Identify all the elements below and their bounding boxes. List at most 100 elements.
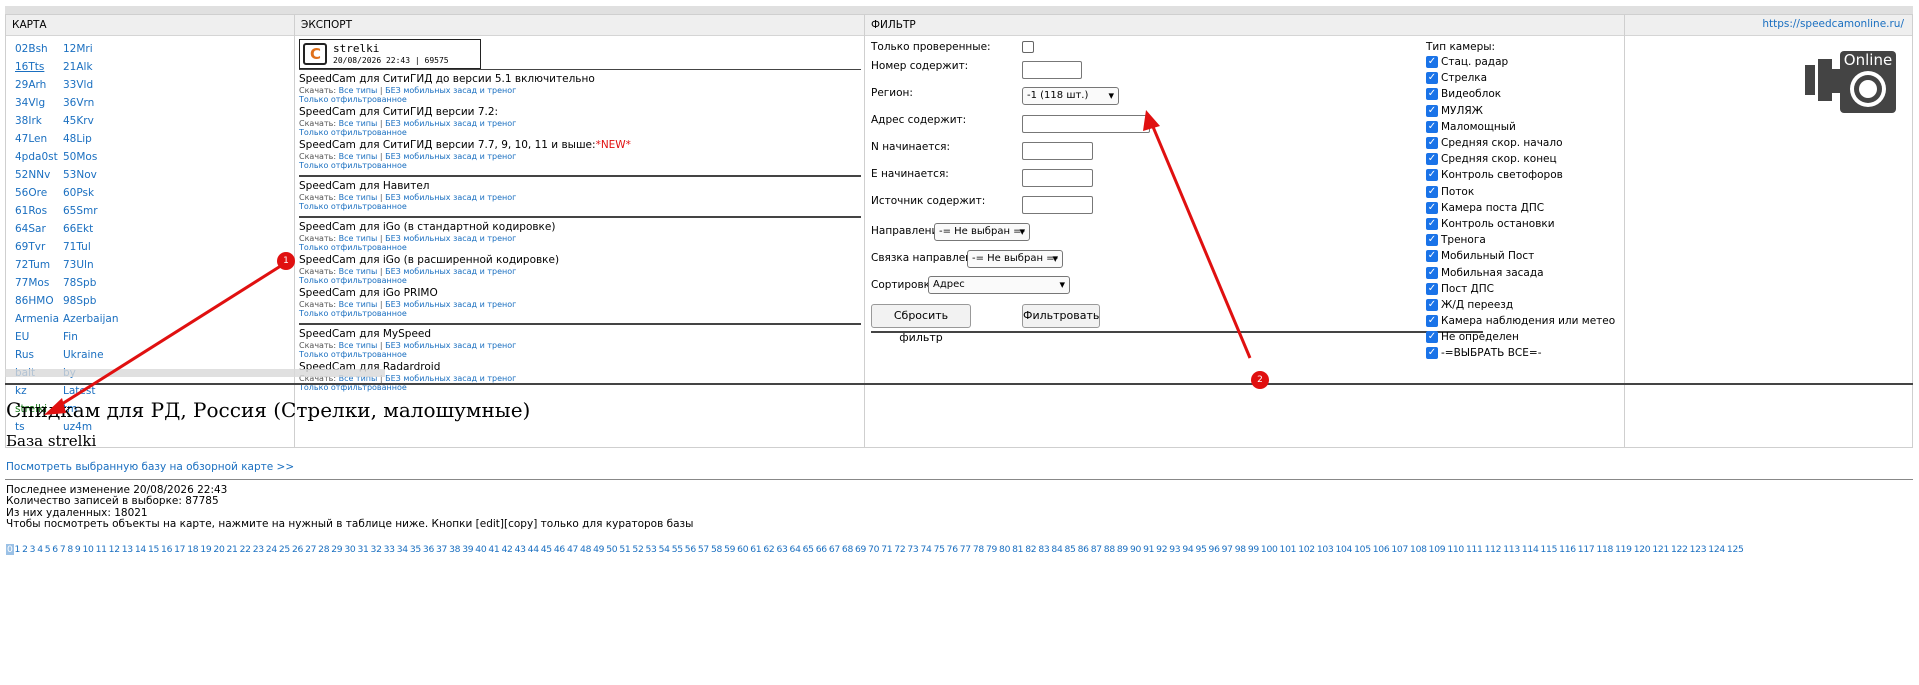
page-link[interactable]: 64 xyxy=(789,544,802,555)
page-link[interactable]: 48 xyxy=(579,544,592,555)
region-link[interactable]: 21Alk xyxy=(63,58,123,76)
checkbox-checked-icon[interactable]: ✓ xyxy=(1426,88,1438,101)
checkbox-checked-icon[interactable]: ✓ xyxy=(1426,104,1438,117)
page-link[interactable]: 117 xyxy=(1577,544,1596,555)
page-link[interactable]: 13 xyxy=(121,544,134,555)
page-link[interactable]: 39 xyxy=(461,544,474,555)
page-link[interactable]: 56 xyxy=(684,544,697,555)
only-filtered-link[interactable]: Только отфильтрованное xyxy=(299,128,861,137)
camera-type-option[interactable]: ✓ Средняя скор. начало xyxy=(1426,135,1615,151)
page-link[interactable]: 100 xyxy=(1260,544,1279,555)
download-all-link[interactable]: Все типы xyxy=(339,341,378,350)
region-link[interactable]: 86HMO xyxy=(15,292,63,310)
page-link[interactable]: 94 xyxy=(1181,544,1194,555)
page-link[interactable]: 49 xyxy=(592,544,605,555)
page-link[interactable]: 4 xyxy=(36,544,44,555)
page-link[interactable]: 66 xyxy=(815,544,828,555)
camera-type-option[interactable]: ✓ Мобильный Пост xyxy=(1426,248,1615,264)
page-link[interactable]: 82 xyxy=(1024,544,1037,555)
region-link[interactable]: 60Psk xyxy=(63,184,123,202)
page-link[interactable]: 52 xyxy=(631,544,644,555)
page-link[interactable]: 90 xyxy=(1129,544,1142,555)
only-filtered-link[interactable]: Только отфильтрованное xyxy=(299,350,861,359)
page-link[interactable]: 102 xyxy=(1297,544,1316,555)
page-link[interactable]: 81 xyxy=(1011,544,1024,555)
page-link[interactable]: 112 xyxy=(1484,544,1503,555)
page-link[interactable]: 89 xyxy=(1116,544,1129,555)
page-link[interactable]: 68 xyxy=(841,544,854,555)
download-no-mobile-link[interactable]: БЕЗ мобильных засад и треног xyxy=(385,300,516,309)
region-select[interactable]: -1 (118 шт.) xyxy=(1022,87,1119,105)
download-all-link[interactable]: Все типы xyxy=(339,300,378,309)
only-filtered-link[interactable]: Только отфильтрованное xyxy=(299,202,861,211)
checkbox-checked-icon[interactable]: ✓ xyxy=(1426,315,1438,328)
page-link[interactable]: 19 xyxy=(199,544,212,555)
page-link[interactable]: 109 xyxy=(1428,544,1447,555)
page-link[interactable]: 0 xyxy=(6,544,14,555)
region-link[interactable]: 33Vld xyxy=(63,76,123,94)
region-link[interactable]: 73Uln xyxy=(63,256,123,274)
page-link[interactable]: 61 xyxy=(749,544,762,555)
page-link[interactable]: 10 xyxy=(81,544,94,555)
region-link[interactable]: 69Tvr xyxy=(15,238,63,256)
page-link[interactable]: 70 xyxy=(867,544,880,555)
sort-select[interactable]: Адрес xyxy=(928,276,1070,294)
page-link[interactable]: 83 xyxy=(1037,544,1050,555)
camera-type-option[interactable]: ✓ Пост ДПС xyxy=(1426,281,1615,297)
page-link[interactable]: 34 xyxy=(396,544,409,555)
camera-type-option[interactable]: ✓ Стац. радар xyxy=(1426,54,1615,70)
overview-map-link[interactable]: Посмотреть выбранную базу на обзорной ка… xyxy=(6,461,294,473)
checkbox-checked-icon[interactable]: ✓ xyxy=(1426,250,1438,263)
page-link[interactable]: 84 xyxy=(1050,544,1063,555)
download-no-mobile-link[interactable]: БЕЗ мобильных засад и треног xyxy=(385,119,516,128)
page-link[interactable]: 33 xyxy=(383,544,396,555)
page-link[interactable]: 28 xyxy=(317,544,330,555)
camera-type-option[interactable]: ✓ Видеоблок xyxy=(1426,86,1615,102)
page-link[interactable]: 98 xyxy=(1234,544,1247,555)
address-input[interactable] xyxy=(1022,115,1150,133)
page-link[interactable]: 72 xyxy=(893,544,906,555)
checkbox-checked-icon[interactable]: ✓ xyxy=(1426,331,1438,344)
source-input[interactable] xyxy=(1022,196,1093,214)
page-link[interactable]: 54 xyxy=(658,544,671,555)
region-link[interactable]: 45Krv xyxy=(63,112,123,130)
checkbox-checked-icon[interactable]: ✓ xyxy=(1426,72,1438,85)
page-link[interactable]: 12 xyxy=(108,544,121,555)
checkbox-checked-icon[interactable]: ✓ xyxy=(1426,266,1438,279)
page-link[interactable]: 107 xyxy=(1390,544,1409,555)
page-link[interactable]: 75 xyxy=(933,544,946,555)
page-link[interactable]: 23 xyxy=(252,544,265,555)
page-link[interactable]: 111 xyxy=(1465,544,1484,555)
download-no-mobile-link[interactable]: БЕЗ мобильных засад и треног xyxy=(385,234,516,243)
page-link[interactable]: 24 xyxy=(265,544,278,555)
page-link[interactable]: 85 xyxy=(1064,544,1077,555)
page-link[interactable]: 114 xyxy=(1521,544,1540,555)
page-link[interactable]: 65 xyxy=(802,544,815,555)
region-link[interactable]: 65Smr xyxy=(63,202,123,220)
page-link[interactable]: 53 xyxy=(645,544,658,555)
checkbox-checked-icon[interactable]: ✓ xyxy=(1426,234,1438,247)
page-link[interactable]: 38 xyxy=(448,544,461,555)
region-link[interactable]: Azerbaijan xyxy=(63,310,123,328)
e-input[interactable] xyxy=(1022,169,1093,187)
region-link[interactable]: 56Ore xyxy=(15,184,63,202)
camera-type-option[interactable]: ✓ Средняя скор. конец xyxy=(1426,151,1615,167)
page-link[interactable]: 123 xyxy=(1689,544,1708,555)
page-link[interactable]: 79 xyxy=(985,544,998,555)
apply-filter-button[interactable]: Фильтровать xyxy=(1022,304,1100,328)
page-link[interactable]: 71 xyxy=(880,544,893,555)
page-link[interactable]: 105 xyxy=(1353,544,1372,555)
page-link[interactable]: 35 xyxy=(409,544,422,555)
page-link[interactable]: 106 xyxy=(1372,544,1391,555)
region-link[interactable]: EU xyxy=(15,328,63,346)
download-all-link[interactable]: Все типы xyxy=(339,152,378,161)
page-link[interactable]: 55 xyxy=(671,544,684,555)
checkbox-checked-icon[interactable]: ✓ xyxy=(1426,56,1438,69)
page-link[interactable]: 116 xyxy=(1558,544,1577,555)
region-link[interactable]: 53Nov xyxy=(63,166,123,184)
region-link[interactable]: 47Len xyxy=(15,130,63,148)
download-no-mobile-link[interactable]: БЕЗ мобильных засад и треног xyxy=(385,374,516,383)
page-link[interactable]: 40 xyxy=(474,544,487,555)
camera-type-option[interactable]: ✓ Контроль светофоров xyxy=(1426,167,1615,183)
page-link[interactable]: 125 xyxy=(1726,544,1745,555)
